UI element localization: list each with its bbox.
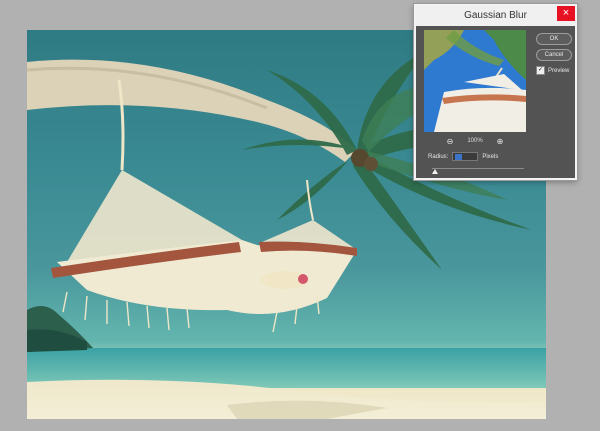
radius-row: Radius: Pixels: [428, 152, 498, 161]
radius-value-selection: [455, 154, 463, 160]
radius-unit: Pixels: [482, 153, 499, 160]
radius-slider-track[interactable]: [432, 168, 524, 169]
radius-slider-thumb[interactable]: [432, 169, 438, 174]
ok-button[interactable]: OK: [536, 33, 572, 45]
radius-label: Radius:: [428, 153, 449, 160]
close-icon: ×: [562, 7, 570, 19]
preview-label: Preview: [548, 67, 570, 74]
cancel-button[interactable]: Cancel: [536, 49, 572, 61]
checkmark-icon: ✓: [537, 67, 544, 73]
preview-toggle[interactable]: ✓ Preview: [536, 66, 569, 75]
dialog-titlebar[interactable]: Gaussian Blur ×: [416, 6, 575, 26]
close-button[interactable]: ×: [557, 6, 575, 21]
zoom-level: 100%: [467, 138, 483, 144]
preview-window[interactable]: [424, 30, 526, 132]
dialog-title: Gaussian Blur: [464, 10, 527, 21]
zoom-in-icon[interactable]: ⊕: [497, 137, 504, 146]
radius-input[interactable]: [452, 152, 479, 161]
preview-checkbox[interactable]: ✓: [536, 66, 545, 75]
zoom-out-icon[interactable]: ⊖: [447, 137, 454, 146]
zoom-controls: ⊖ 100% ⊕: [424, 136, 526, 146]
gaussian-blur-dialog: Gaussian Blur × ⊖ 100% ⊕ OK Cancel ✓ Pre…: [414, 4, 577, 180]
preview-image: [424, 30, 526, 132]
